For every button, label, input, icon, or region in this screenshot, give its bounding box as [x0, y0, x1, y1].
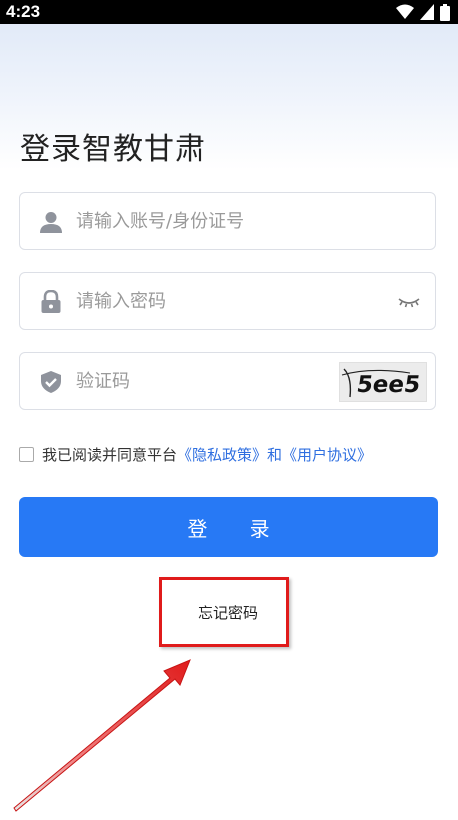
user-agreement-link[interactable]: 《用户协议》	[282, 444, 372, 465]
privacy-policy-link[interactable]: 《隐私政策》	[177, 444, 267, 465]
account-field[interactable]	[19, 192, 436, 250]
agree-checkbox[interactable]	[19, 446, 34, 462]
shield-check-icon	[41, 371, 61, 393]
agreement-row: 我已阅读并同意平台 《隐私政策》 和 《用户协议》	[19, 443, 372, 465]
user-icon	[40, 212, 62, 233]
status-icons	[396, 3, 450, 21]
captcha-graphic: 5ee5	[341, 368, 422, 398]
battery-icon	[440, 3, 450, 21]
captcha-image[interactable]: 5ee5	[339, 362, 427, 402]
status-time: 4:23	[6, 2, 41, 21]
highlight-box: 忘记密码	[159, 577, 289, 647]
account-input[interactable]	[76, 205, 356, 237]
wifi-icon	[396, 4, 414, 19]
eye-closed-icon[interactable]	[397, 292, 421, 312]
status-bar: 4:23	[0, 0, 458, 24]
captcha-input[interactable]	[76, 365, 356, 397]
login-button[interactable]: 登 录	[19, 497, 438, 557]
agreement-prefix: 我已阅读并同意平台	[42, 445, 178, 464]
password-field[interactable]	[19, 272, 436, 330]
password-input[interactable]	[76, 285, 356, 317]
page-title: 登录智教甘肃	[20, 132, 206, 167]
captcha-text: 5ee5	[355, 372, 422, 398]
lock-icon	[41, 290, 61, 313]
agreement-conjunction: 和	[267, 445, 283, 464]
forgot-password-link[interactable]: 忘记密码	[198, 602, 258, 623]
signal-icon	[420, 4, 434, 20]
captcha-field[interactable]: 5ee5	[19, 352, 436, 410]
annotation-arrow	[13, 659, 191, 812]
